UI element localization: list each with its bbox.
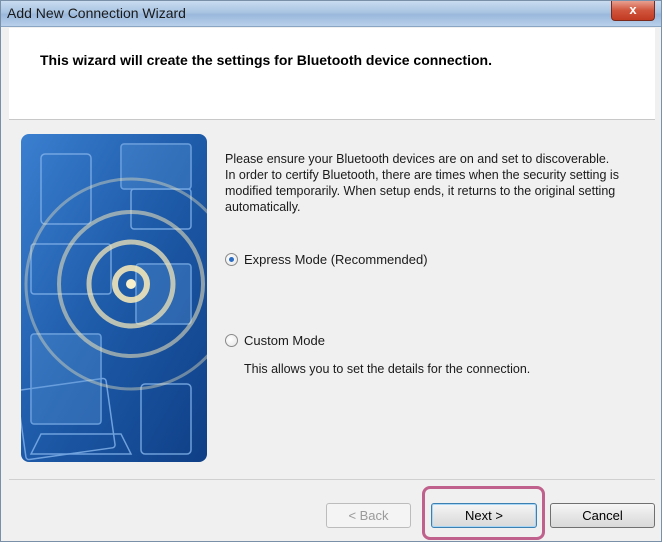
close-button[interactable]: x (611, 1, 655, 21)
footer-divider (9, 479, 655, 480)
instruction-paragraph-1: Please ensure your Bluetooth devices are… (225, 152, 610, 166)
next-button[interactable]: Next > (431, 503, 537, 528)
title-bar[interactable]: Add New Connection Wizard x (1, 1, 661, 27)
bluetooth-illustration-graphic (21, 134, 207, 462)
wizard-window: Add New Connection Wizard x This wizard … (0, 0, 662, 542)
instruction-text: Please ensure your Bluetooth devices are… (225, 151, 645, 215)
back-button[interactable]: < Back (326, 503, 411, 528)
custom-mode-description: This allows you to set the details for t… (244, 362, 531, 376)
custom-mode-option[interactable]: Custom Mode (225, 333, 325, 348)
window-title: Add New Connection Wizard (7, 5, 186, 21)
wizard-header: This wizard will create the settings for… (9, 28, 655, 120)
cancel-button[interactable]: Cancel (550, 503, 655, 528)
instruction-paragraph-2: In order to certify Bluetooth, there are… (225, 168, 619, 214)
custom-mode-label[interactable]: Custom Mode (244, 333, 325, 348)
express-mode-label[interactable]: Express Mode (Recommended) (244, 252, 428, 267)
header-text: This wizard will create the settings for… (40, 52, 492, 68)
express-mode-radio[interactable] (225, 253, 238, 266)
bluetooth-illustration (21, 134, 207, 462)
custom-mode-radio[interactable] (225, 334, 238, 347)
close-icon: x (629, 2, 637, 17)
express-mode-option[interactable]: Express Mode (Recommended) (225, 252, 428, 267)
